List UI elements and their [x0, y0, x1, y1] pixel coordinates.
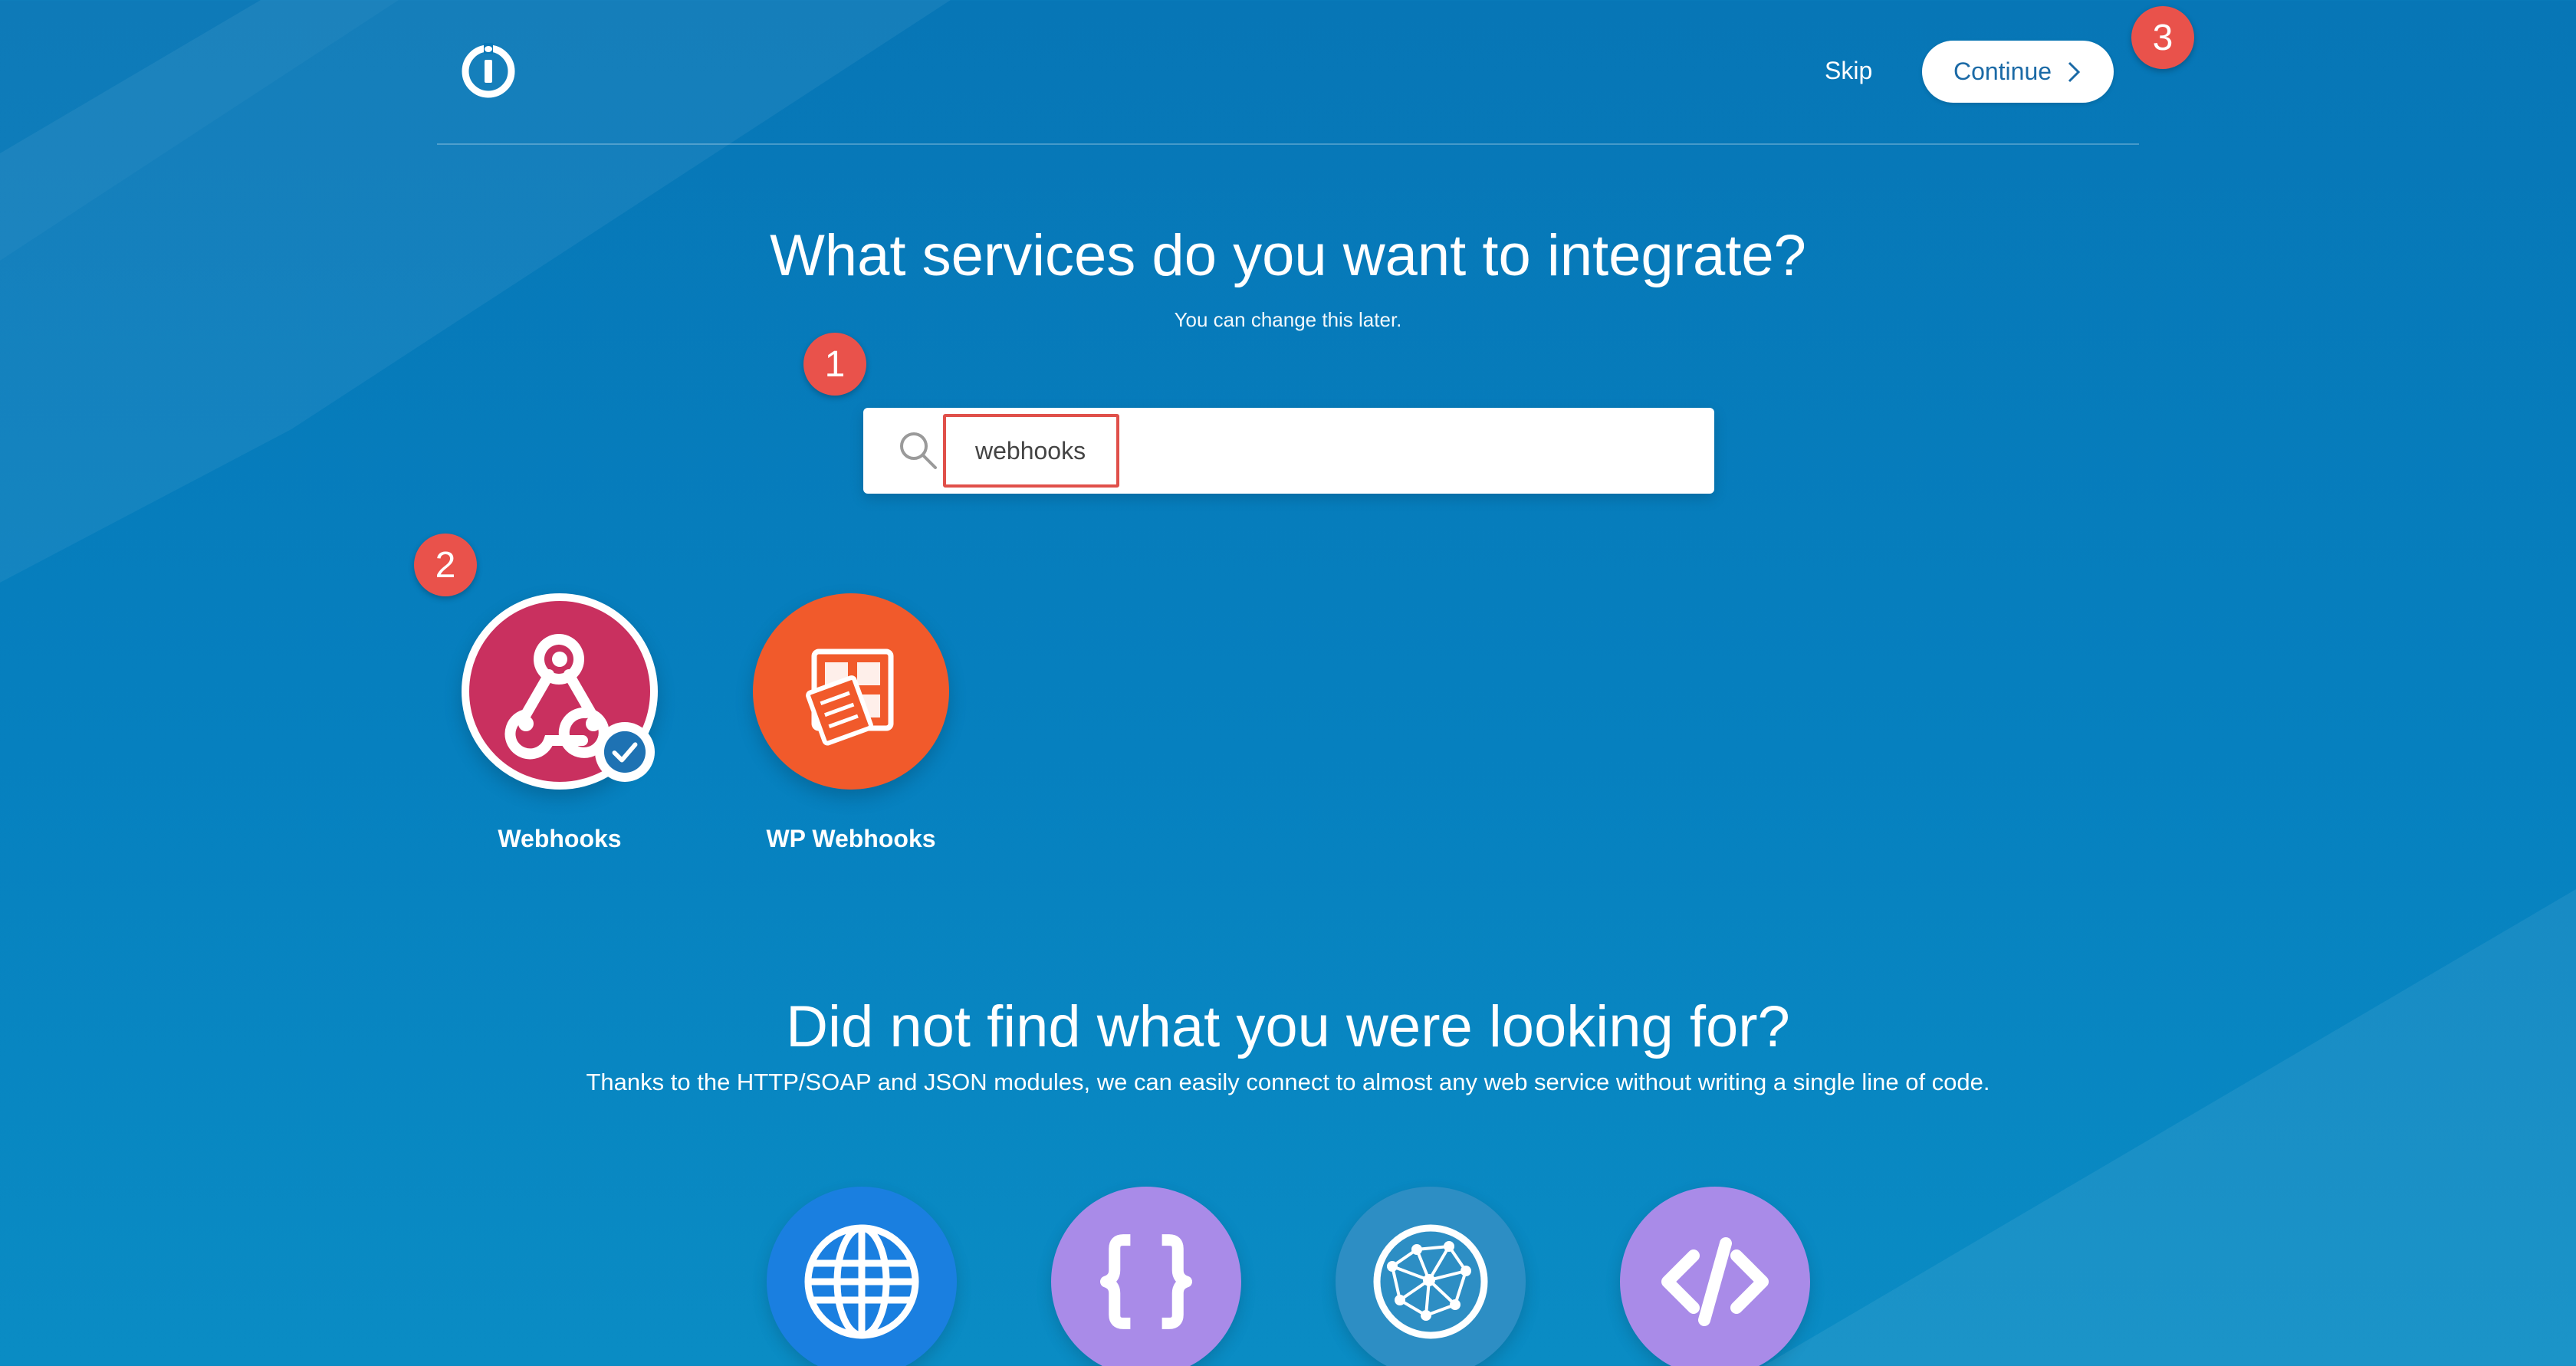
- annotation-badge-1: 1: [803, 333, 866, 396]
- continue-label: Continue: [1953, 57, 2052, 85]
- module-custom-code[interactable]: [1620, 1187, 1810, 1366]
- wp-webhooks-icon-circle: [753, 593, 949, 790]
- webhooks-icon-circle: [462, 593, 658, 790]
- chevron-right-icon: [2068, 61, 2081, 82]
- selected-check-badge: [595, 722, 655, 782]
- search-box: [863, 408, 1714, 494]
- network-globe-icon: [1373, 1224, 1488, 1339]
- braces-icon: [1100, 1234, 1192, 1329]
- skip-link[interactable]: Skip: [1825, 57, 1872, 85]
- app-label-webhooks: Webhooks: [498, 825, 622, 852]
- page-title: What services do you want to integrate?: [770, 223, 1806, 288]
- module-soap[interactable]: [1336, 1187, 1526, 1366]
- globe-icon: [804, 1224, 919, 1339]
- app-tile-webhooks[interactable]: Webhooks: [445, 593, 675, 853]
- code-icon: [1661, 1237, 1769, 1326]
- header-divider: [437, 143, 2139, 145]
- annotation-badge-2: 2: [414, 534, 477, 596]
- fallback-title: Did not find what you were looking for?: [786, 994, 1790, 1059]
- app-label-wp-webhooks: WP Webhooks: [766, 825, 936, 852]
- module-http[interactable]: [767, 1187, 957, 1366]
- continue-button[interactable]: Continue: [1922, 41, 2114, 103]
- fallback-description: Thanks to the HTTP/SOAP and JSON modules…: [586, 1069, 1990, 1095]
- background-decoration: [0, 0, 2576, 1366]
- app-tile-wp-webhooks[interactable]: WP Webhooks: [736, 593, 966, 853]
- search-input[interactable]: [943, 414, 1119, 488]
- integromat-logo[interactable]: [460, 43, 517, 100]
- checkmark-icon: [603, 731, 646, 773]
- wp-webhooks-icon: [806, 649, 894, 746]
- module-json[interactable]: [1051, 1187, 1241, 1366]
- search-icon: [900, 432, 937, 469]
- page-subtitle: You can change this later.: [1174, 308, 1402, 331]
- annotation-badge-3: 3: [2131, 6, 2194, 69]
